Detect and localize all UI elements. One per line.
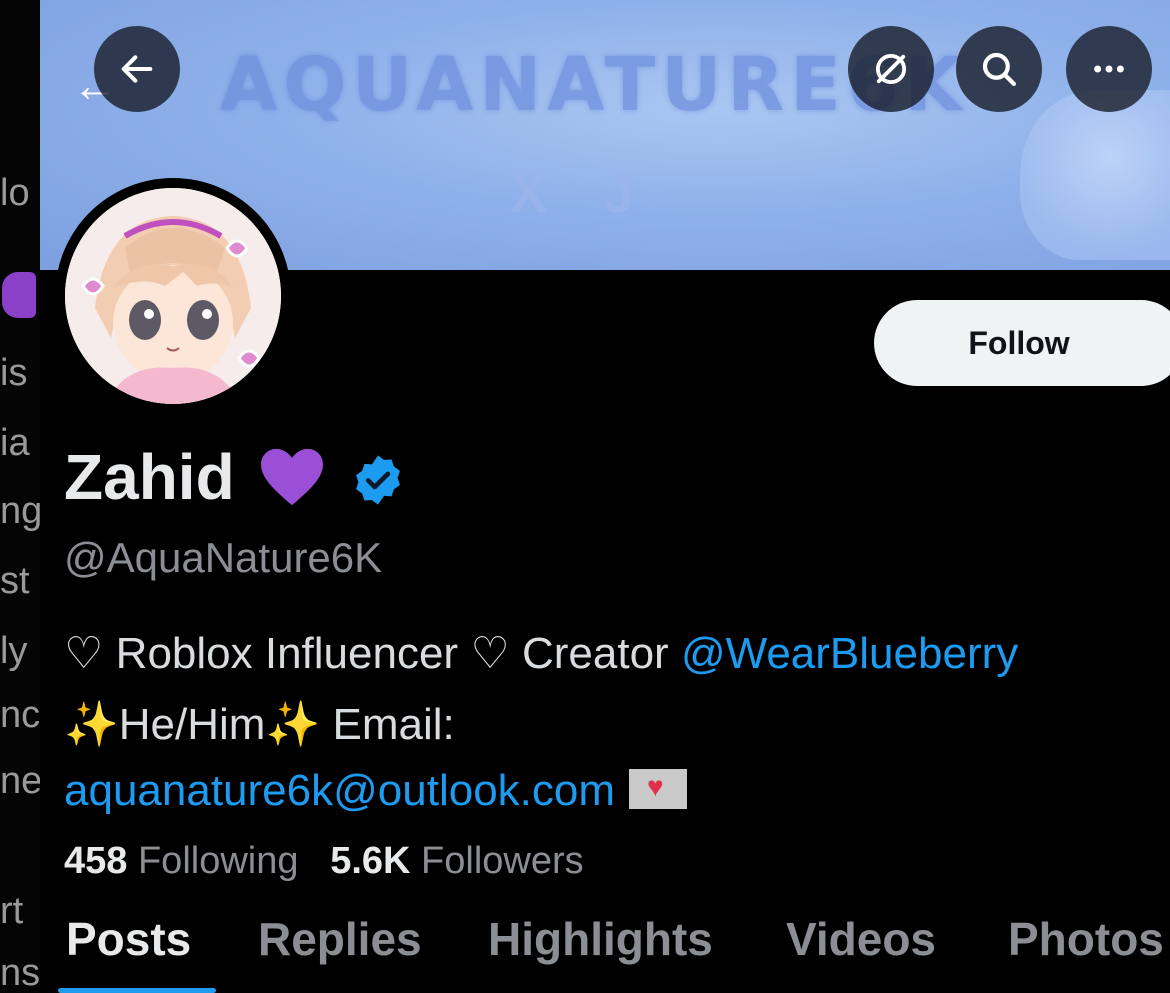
tab-videos[interactable]: Videos <box>786 912 936 966</box>
follow-button[interactable]: Follow <box>874 300 1170 386</box>
purple-heart-icon <box>261 448 323 506</box>
purple-heart-icon <box>2 272 36 318</box>
love-letter-icon <box>629 769 688 810</box>
following-label: Following <box>137 840 299 882</box>
cropped-text: st <box>0 560 30 602</box>
creator-mention-link[interactable]: @WearBlueberry <box>681 629 1018 678</box>
slash-circle-icon <box>875 53 907 85</box>
cropped-text: ne <box>0 760 40 802</box>
more-button[interactable] <box>1066 26 1152 112</box>
arrow-left-icon <box>121 55 153 83</box>
cropped-text: rt <box>0 890 24 932</box>
cropped-text: lo <box>0 172 30 214</box>
followers-stat[interactable]: 5.6K Followers <box>330 840 583 882</box>
followers-label: Followers <box>421 840 584 882</box>
bio-line-1: ♡ Roblox Influencer ♡ Creator @WearBlueb… <box>64 628 1018 679</box>
verified-badge-icon <box>356 455 400 505</box>
anime-avatar-illustration <box>65 188 281 404</box>
cropped-text: ns <box>0 952 40 993</box>
cropped-text: nc <box>0 694 40 736</box>
following-count: 458 <box>64 840 128 882</box>
profile-handle: @AquaNature6K <box>64 534 383 581</box>
search-icon <box>982 52 1016 86</box>
search-button[interactable] <box>956 26 1042 112</box>
tab-highlights[interactable]: Highlights <box>488 912 713 966</box>
bio-text: ♡ Roblox Influencer ♡ Creator <box>64 629 681 678</box>
cropped-text: ng <box>0 490 40 532</box>
following-stat[interactable]: 458 Following <box>64 840 299 882</box>
followers-count: 5.6K <box>330 840 411 882</box>
profile-name: Zahid <box>64 441 235 513</box>
cropped-text: ly <box>0 630 28 672</box>
bio-line-2: ✨He/Him✨ Email: <box>64 700 455 749</box>
cropped-text: ia <box>0 422 30 464</box>
bio-line-3: aquanature6k@outlook.com <box>64 766 688 816</box>
avatar[interactable] <box>55 178 291 414</box>
active-tab-indicator <box>58 988 216 993</box>
banner-artwork <box>1020 90 1170 260</box>
email-link[interactable]: aquanature6k@outlook.com <box>64 766 615 815</box>
back-button[interactable] <box>94 26 180 112</box>
grok-button[interactable] <box>848 26 934 112</box>
follow-stats: 458 Following 5.6K Followers <box>64 840 584 883</box>
more-horizontal-icon <box>1094 65 1124 73</box>
tab-replies[interactable]: Replies <box>258 912 422 966</box>
banner-subtitle: X J <box>510 161 655 224</box>
left-cropped-panel: lo is ia ng st ly nc ne rt ns <box>0 0 40 993</box>
cropped-text: is <box>0 352 28 394</box>
tab-photos[interactable]: Photos <box>1008 912 1164 966</box>
avatar-image <box>65 188 281 404</box>
tab-posts[interactable]: Posts <box>66 912 191 966</box>
